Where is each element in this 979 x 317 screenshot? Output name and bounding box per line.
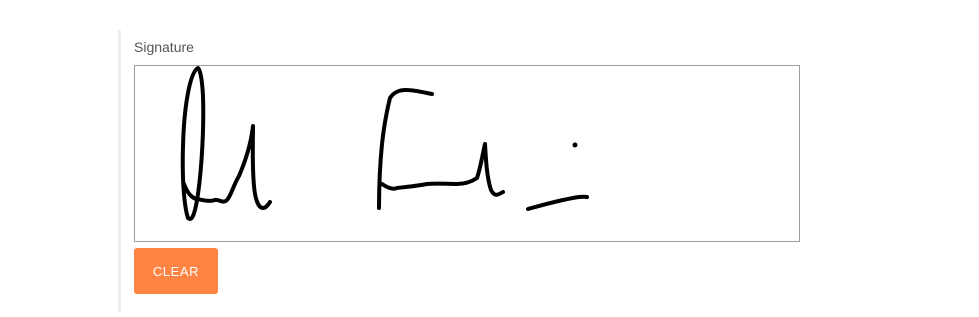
signature-form: Signature CLEAR [0,0,979,317]
left-divider [118,30,121,312]
signature-dot [572,142,578,148]
signature-stroke [526,194,589,211]
signature-field: Signature CLEAR [134,37,800,294]
signature-stroke [377,88,434,210]
signature-stroke [380,142,505,197]
signature-label: Signature [134,39,194,55]
signature-drawing [180,66,589,221]
clear-button[interactable]: CLEAR [134,248,218,294]
signature-pad[interactable] [134,65,800,242]
